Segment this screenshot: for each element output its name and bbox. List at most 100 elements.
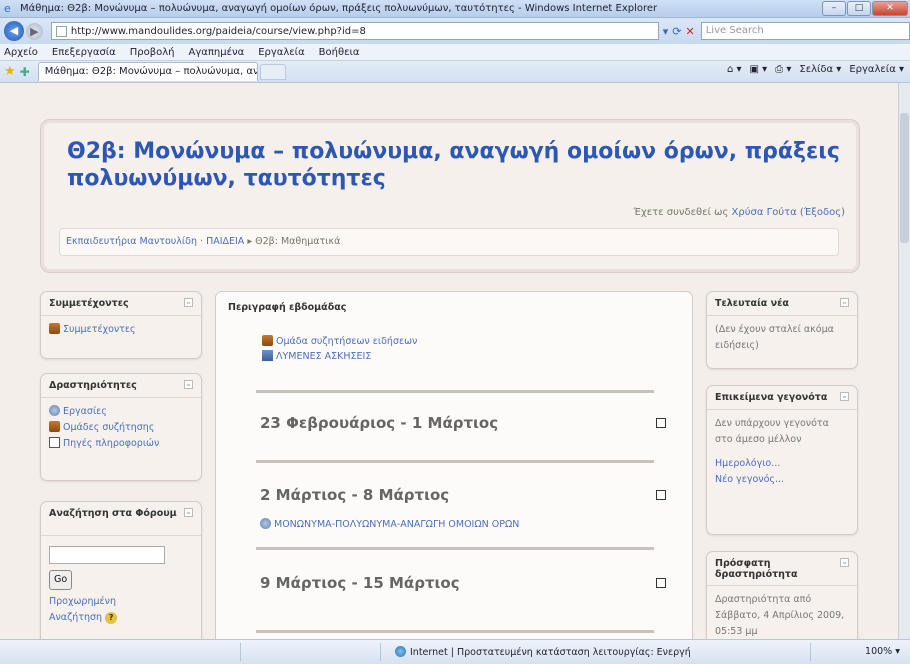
collapse-icon[interactable]: – (184, 508, 193, 517)
activity-resources[interactable]: Πηγές πληροφοριών (63, 438, 159, 449)
week-1-title: 23 Φεβρουάριος - 1 Μάρτιος (260, 414, 499, 432)
login-info: Έχετε συνδεθεί ως Χρύσα Γούτα (Έξοδος) (634, 207, 845, 218)
recent-activity-text: Δραστηριότητα από Σάββατο, 4 Απρίλιος 20… (715, 594, 845, 637)
zoom-level[interactable]: 100% ▾ (865, 646, 900, 657)
collapse-icon[interactable]: – (840, 392, 849, 401)
page-viewport: Θ2β: Μονώνυμα – πολυώνυμα, αναγωγή ομοίω… (0, 83, 898, 639)
week-2-activity-label: ΜΟΝΩΝΥΜΑ-ΠΟΛΥΩΝΥΜΑ-ΑΝΑΓΩΓΗ ΟΜΟΙΩΝ ΟΡΩΝ (274, 519, 520, 530)
ie-logo-icon: e (4, 1, 11, 15)
search-placeholder: Live Search (705, 25, 764, 36)
tab-active[interactable]: Μάθημα: Θ2β: Μονώνυμα – πολυώνυμα, αναγ.… (37, 62, 258, 81)
tools-menu[interactable]: Εργαλεία ▾ (849, 64, 904, 75)
tabs-bar: ★ ✚ Μάθημα: Θ2β: Μονώνυμα – πολυώνυμα, α… (0, 61, 910, 83)
menu-help[interactable]: Βοήθεια (319, 47, 360, 58)
resource-icon (49, 437, 60, 448)
activity-forums[interactable]: Ομάδες συζήτησης (63, 422, 154, 433)
back-button[interactable]: ◀ (4, 21, 24, 41)
feeds-icon[interactable]: ▣ ▾ (750, 64, 768, 75)
week-2-activity[interactable]: ΜΟΝΩΝΥΜΑ-ΠΟΛΥΩΝΥΜΑ-ΑΝΑΓΩΓΗ ΟΜΟΙΩΝ ΟΡΩΝ (260, 518, 519, 530)
upcoming-events-block: Επικείμενα γεγονότα – Δεν υπάρχουν γεγονό… (706, 385, 858, 535)
block-title: Αναζήτηση στα Φόρουμ (49, 508, 177, 519)
menu-view[interactable]: Προβολή (130, 47, 175, 58)
status-bar: Internet | Προστατευμένη κατάσταση λειτο… (0, 639, 910, 664)
page-menu[interactable]: Σελίδα ▾ (799, 64, 841, 75)
week-description-heading: Περιγραφή εβδομάδας (228, 302, 347, 313)
collapse-icon[interactable]: – (184, 298, 193, 307)
collapse-icon[interactable]: – (184, 380, 193, 389)
close-button[interactable]: ✕ (872, 1, 908, 16)
menu-edit[interactable]: Επεξεργασία (52, 47, 116, 58)
section-divider (256, 390, 654, 393)
internet-globe-icon (395, 646, 406, 657)
menu-tools[interactable]: Εργαλεία (258, 47, 304, 58)
login-prefix: Έχετε συνδεθεί ως (633, 207, 729, 218)
address-field[interactable]: http://www.mandoulides.org/paideia/cours… (50, 22, 659, 40)
news-empty-text: (Δεν έχουν σταλεί ακόμα ειδήσεις) (715, 324, 834, 351)
logout-link[interactable]: (Έξοδος) (800, 207, 845, 218)
calendar-link[interactable]: Ημερολόγιο... (715, 458, 780, 469)
menu-favorites[interactable]: Αγαπημένα (189, 47, 245, 58)
refresh-icon[interactable]: ⟳ (672, 25, 681, 38)
search-input[interactable]: Live Search ⌕ ▾ (700, 22, 910, 40)
solved-exercises-link[interactable]: ΛΥΜΕΝΕΣ ΑΣΚΗΣΕΙΣ (276, 351, 371, 362)
show-only-week-icon[interactable] (656, 578, 666, 588)
breadcrumb-paideia[interactable]: ΠΑΙΔΕΙΑ (206, 236, 244, 247)
people-icon (49, 323, 60, 334)
course-header: Θ2β: Μονώνυμα – πολυώνυμα, αναγωγή ομοίω… (40, 119, 860, 273)
forum-icon (49, 421, 60, 432)
section-divider (256, 460, 654, 463)
block-title: Επικείμενα γεγονότα (715, 392, 828, 403)
minimize-button[interactable]: – (822, 1, 846, 16)
show-only-week-icon[interactable] (656, 490, 666, 500)
url-text: http://www.mandoulides.org/paideia/cours… (70, 25, 366, 37)
maximize-button[interactable]: □ (847, 1, 871, 16)
vertical-scrollbar[interactable] (898, 83, 910, 639)
participants-block: Συμμετέχοντες – Συμμετέχοντες (40, 291, 202, 359)
new-tab-button[interactable] (259, 63, 286, 80)
participants-link[interactable]: Συμμετέχοντες (63, 324, 136, 335)
scrollbar-thumb[interactable] (900, 113, 909, 243)
block-title: Συμμετέχοντες (49, 298, 129, 309)
week-3-title: 9 Μάρτιος - 15 Μάρτιος (260, 574, 460, 592)
show-only-week-icon[interactable] (656, 418, 666, 428)
forward-button[interactable]: ▶ (25, 22, 43, 40)
events-empty-text: Δεν υπάρχουν γεγονότα στο άμεσο μέλλον (715, 418, 829, 445)
week-2-title: 2 Μάρτιος - 8 Μάρτιος (260, 486, 450, 504)
recent-activity-block: Πρόσφατη δραστηριότητα – Δραστηριότητα απ… (706, 551, 858, 639)
breadcrumb-home[interactable]: Εκπαιδευτήρια Μαντουλίδη (66, 236, 197, 247)
add-favorites-icon[interactable]: ✚ (20, 65, 30, 79)
news-forum-link[interactable]: Ομάδα συζητήσεων ειδήσεων (276, 336, 417, 347)
help-icon[interactable]: ? (105, 612, 118, 624)
block-title: Πρόσφατη δραστηριότητα (715, 558, 798, 580)
go-button[interactable]: Go (49, 570, 73, 590)
assignment-icon (49, 405, 60, 416)
latest-news-block: Τελευταία νέα – (Δεν έχουν σταλεί ακόμα ε… (706, 291, 858, 369)
address-toolbar: ◀ ▶ http://www.mandoulides.org/paideia/c… (0, 18, 910, 44)
forum-search-block: Αναζήτηση στα Φόρουμ – Go Προχωρημένη Ανα… (40, 501, 202, 639)
section-divider (256, 547, 654, 550)
collapse-icon[interactable]: – (840, 298, 849, 307)
document-icon (262, 350, 273, 361)
user-link[interactable]: Χρύσα Γούτα (732, 207, 797, 218)
security-zone[interactable]: Internet | Προστατευμένη κατάσταση λειτο… (395, 646, 691, 658)
forum-search-input[interactable] (49, 546, 165, 564)
favorites-star-icon[interactable]: ★ (4, 64, 16, 79)
menu-file[interactable]: Αρχείο (4, 47, 38, 58)
block-title: Τελευταία νέα (715, 298, 789, 309)
menu-bar: Αρχείο Επεξεργασία Προβολή Αγαπημένα Εργ… (0, 44, 910, 61)
dropdown-arrow-icon[interactable]: ▾ (663, 25, 669, 38)
page-icon (55, 25, 67, 37)
breadcrumb: Εκπαιδευτήρια Μαντουλίδη · ΠΑΙΔΕΙΑ ▸ Θ2β… (59, 228, 839, 256)
weekly-outline: Περιγραφή εβδομάδας Ομάδα συζητήσεων ειδ… (215, 291, 693, 639)
print-icon[interactable]: ⎙ ▾ (775, 64, 791, 75)
assignment-icon (260, 518, 271, 529)
activity-assignments[interactable]: Εργασίες (63, 406, 107, 417)
new-event-link[interactable]: Νέο γεγονός... (715, 474, 784, 485)
breadcrumb-current: Θ2β: Μαθηματικά (255, 236, 341, 247)
collapse-icon[interactable]: – (840, 558, 849, 567)
block-title: Δραστηριότητες (49, 380, 137, 391)
stop-icon[interactable]: ✕ (686, 25, 695, 38)
page-title: Θ2β: Μονώνυμα – πολυώνυμα, αναγωγή ομοίω… (67, 139, 840, 191)
news-forum-icon (262, 335, 273, 346)
home-icon[interactable]: ⌂ ▾ (727, 64, 742, 75)
